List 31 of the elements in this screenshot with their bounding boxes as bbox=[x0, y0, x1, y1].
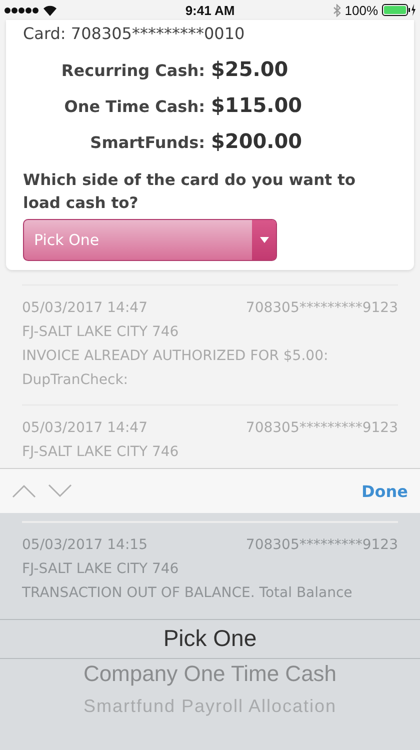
card-number: 708305*********9123 bbox=[246, 536, 398, 555]
transaction-date: 05/03/2017 14:47 bbox=[22, 299, 148, 318]
done-button[interactable]: Done bbox=[361, 478, 408, 504]
battery-charging-icon bbox=[382, 4, 416, 16]
merchant-name: FJ-SALT LAKE CITY 746 bbox=[22, 323, 179, 342]
reject-code: DupTranCheck: bbox=[22, 371, 128, 390]
balance-label: SmartFunds: bbox=[89, 133, 205, 152]
balance-label: One Time Cash: bbox=[63, 97, 205, 116]
picker-option[interactable]: Pick One bbox=[163, 620, 257, 656]
wifi-icon bbox=[43, 4, 57, 16]
card-number: 708305*********9123 bbox=[246, 419, 398, 438]
transaction-date: 05/03/2017 14:47 bbox=[22, 419, 148, 438]
card-number: Card: 708305*********0010 bbox=[23, 24, 246, 43]
bluetooth-icon bbox=[332, 4, 341, 16]
card-number: 708305*********9123 bbox=[246, 299, 398, 318]
signal-icon bbox=[4, 6, 40, 14]
battery-percent: 100% bbox=[344, 2, 378, 18]
picker-option[interactable]: Company One Time Cash bbox=[83, 656, 337, 692]
status-time: 9:41 AM bbox=[185, 2, 235, 18]
balance-amount: $25.00 bbox=[211, 57, 290, 81]
balance-amount: $200.00 bbox=[211, 129, 304, 153]
reject-message: TRANSACTION OUT OF BALANCE. Total Balance bbox=[22, 584, 352, 603]
merchant-name: FJ-SALT LAKE CITY 746 bbox=[22, 443, 179, 462]
merchant-name: FJ-SALT LAKE CITY 746 bbox=[22, 560, 179, 579]
question-text: Which side of the card do you want to load cash to? bbox=[23, 170, 357, 214]
card-side-dropdown[interactable]: Pick One bbox=[23, 219, 277, 261]
reject-message: INVOICE ALREADY AUTHORIZED FOR $5.00: bbox=[22, 347, 328, 366]
transaction-date: 05/03/2017 14:15 bbox=[22, 536, 148, 555]
balance-label: Recurring Cash: bbox=[60, 61, 205, 80]
caret-icon bbox=[260, 237, 268, 243]
balance-amount: $115.00 bbox=[211, 93, 304, 117]
